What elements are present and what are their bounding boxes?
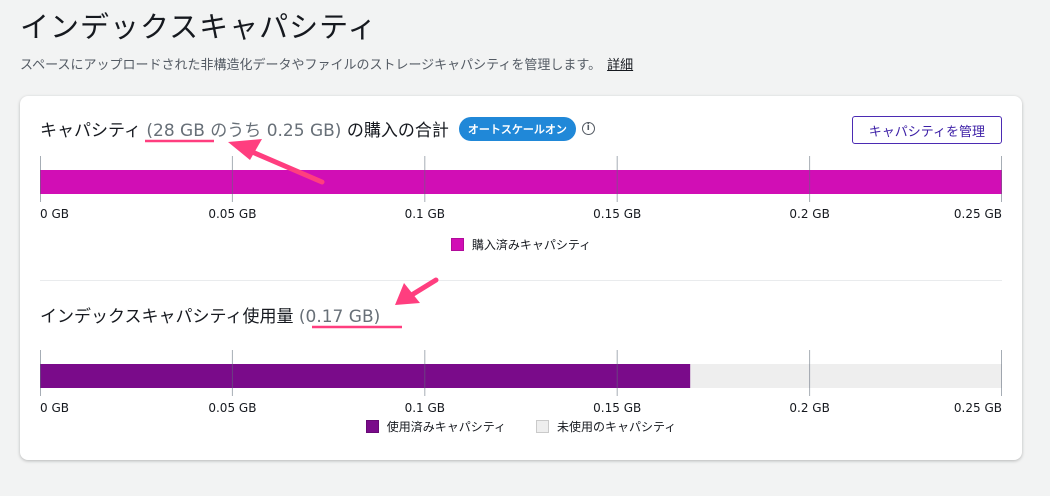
page-subtitle: スペースにアップロードされた非構造化データやファイルのストレージキャパシティを管… (20, 54, 633, 73)
tick-label: 0.25 GB (954, 401, 1002, 415)
tick-label: 0.2 GB (789, 401, 829, 415)
tick-label: 0.2 GB (789, 207, 829, 221)
usage-chart: 0 GB 0.05 GB 0.1 GB 0.15 GB 0.2 GB 0.25 GB (40, 350, 1002, 420)
tick-label: 0 GB (40, 401, 69, 415)
tick-label: 0.1 GB (405, 401, 445, 415)
bar-1-0 (40, 364, 691, 388)
details-link[interactable]: 詳細 (607, 58, 633, 73)
purchased-title-suffix: の購入の合計 (346, 121, 449, 141)
tick-label: 0.25 GB (954, 207, 1002, 221)
page-description: スペースにアップロードされた非構造化データやファイルのストレージキャパシティを管… (20, 58, 602, 73)
page-header: インデックスキャパシティ スペースにアップロードされた非構造化データやファイルの… (20, 8, 633, 73)
purchased-title: キャパシティ (28 GB のうち 0.25 GB) の購入の合計 (40, 116, 449, 141)
usage-header: インデックスキャパシティ使用量 (0.17 GB) (40, 302, 380, 327)
legend-label-unused: 未使用のキャパシティ (557, 420, 677, 434)
bar-1-1 (690, 364, 1002, 388)
legend-item-used: 使用済みキャパシティ (365, 418, 506, 435)
capacity-card: キャパシティ (28 GB のうち 0.25 GB) の購入の合計 オートスケー… (20, 96, 1022, 460)
usage-title-main: インデックスキャパシティ使用量 (40, 307, 294, 327)
purchased-title-detail: (28 GB のうち 0.25 GB) (146, 121, 342, 141)
legend-label-purchased: 購入済みキャパシティ (471, 238, 592, 252)
page-title: インデックスキャパシティ (20, 10, 378, 44)
manage-capacity-button[interactable]: キャパシティを管理 (851, 116, 1002, 144)
purchased-title-main: キャパシティ (40, 121, 141, 141)
legend-item-unused: 未使用のキャパシティ (536, 418, 676, 435)
info-icon[interactable]: i (581, 122, 595, 135)
legend-swatch-unused (536, 420, 549, 433)
tick-label: 0.05 GB (208, 401, 256, 415)
tick-label: 0.1 GB (405, 207, 445, 221)
autoscale-badge: オートスケールオン (458, 116, 576, 141)
legend-swatch-purchased (450, 238, 464, 251)
bar-0-0 (40, 170, 1002, 194)
legend-label-used: 使用済みキャパシティ (386, 420, 506, 434)
tick-label: 0.15 GB (593, 401, 641, 415)
legend-item-purchased: 購入済みキャパシティ (450, 236, 592, 253)
usage-title: インデックスキャパシティ使用量 (0.17 GB) (40, 302, 380, 327)
usage-legend: 使用済みキャパシティ 未使用のキャパシティ (20, 418, 1022, 435)
purchased-chart: 0 GB 0.05 GB 0.1 GB 0.15 GB 0.2 GB 0.25 GB (40, 156, 1002, 226)
purchased-legend: 購入済みキャパシティ (20, 236, 1022, 253)
tick-label: 0.05 GB (208, 207, 256, 221)
purchased-header: キャパシティ (28 GB のうち 0.25 GB) の購入の合計 オートスケー… (40, 116, 595, 141)
legend-swatch-used (365, 420, 379, 433)
tick-label: 0 GB (40, 207, 69, 221)
usage-chart-svg: 0 GB 0.05 GB 0.1 GB 0.15 GB 0.2 GB 0.25 GB (40, 350, 1002, 415)
purchased-chart-svg: 0 GB 0.05 GB 0.1 GB 0.15 GB 0.2 GB 0.25 GB (40, 156, 1002, 221)
tick-label: 0.15 GB (593, 207, 641, 221)
section-divider (40, 280, 1002, 281)
usage-title-detail: (0.17 GB) (298, 307, 381, 327)
